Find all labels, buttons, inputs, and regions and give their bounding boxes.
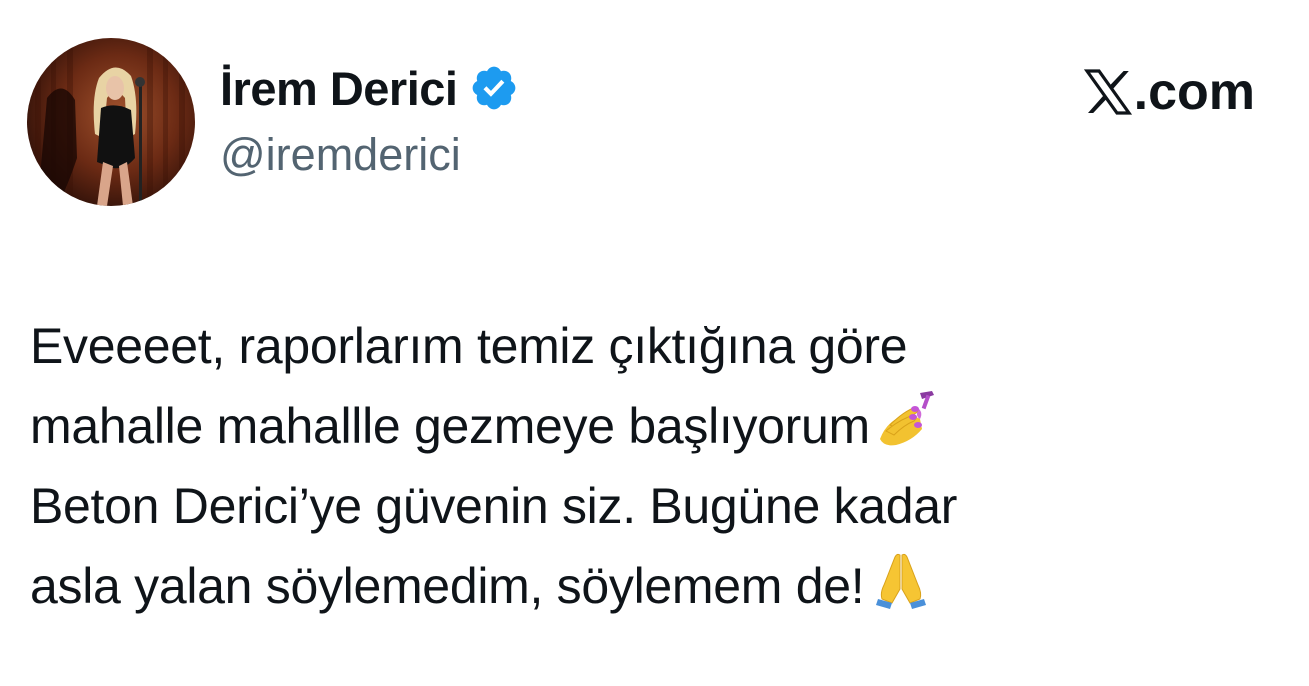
- tweet-text: Eveeeet, raporlarım temiz çıktığına göre…: [30, 306, 1280, 626]
- folded-hands-emoji-icon: [870, 549, 932, 609]
- author-handle[interactable]: @iremderici: [220, 132, 461, 177]
- tweet-line: Beton Derici’ye güvenin siz. Bugüne kada…: [30, 466, 1280, 546]
- tweet-line-text: mahalle mahallle gezmeye başlıyorum: [30, 398, 870, 454]
- tweet-line: mahalle mahallle gezmeye başlıyorum: [30, 386, 1280, 466]
- tweet-line-text: asla yalan söylemedim, söylemem de!: [30, 558, 865, 614]
- tweet-line-text: Eveeeet, raporlarım temiz çıktığına göre: [30, 318, 908, 374]
- verified-badge-icon: [469, 63, 519, 113]
- author-display-name[interactable]: İrem Derici: [220, 65, 458, 112]
- brand-suffix: .com: [1133, 63, 1255, 121]
- tweet-line: Eveeeet, raporlarım temiz çıktığına göre: [30, 306, 1280, 386]
- tweet-line-text: Beton Derici’ye güvenin siz. Bugüne kada…: [30, 478, 958, 534]
- brand-logo[interactable]: .com: [1083, 62, 1255, 122]
- tweet-line: asla yalan söylemedim, söylemem de!: [30, 546, 1280, 626]
- author-name-row: İrem Derici: [220, 58, 519, 118]
- nail-polish-emoji-icon: [876, 389, 938, 449]
- x-logo-icon: [1083, 69, 1132, 115]
- tweet-card: İrem Derici @iremderici .com Eveeeet, ra…: [0, 0, 1309, 686]
- avatar[interactable]: [27, 38, 195, 206]
